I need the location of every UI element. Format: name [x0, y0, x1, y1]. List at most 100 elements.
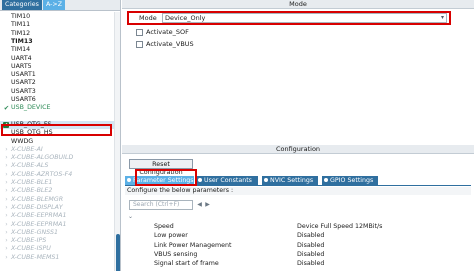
configure-parameters-caption: Configure the below parameters :: [125, 187, 471, 195]
parameter-row[interactable]: Link Power Management Disabled: [122, 242, 474, 250]
peripheral-item-usb-otg-hs[interactable]: USB_OTG_HS: [0, 129, 117, 137]
peripheral-item-x-cube-gnss1[interactable]: › X-CUBE-GNSS1: [0, 229, 117, 237]
peripheral-item-tim14[interactable]: TIM14: [0, 46, 117, 54]
peripheral-item-uart4[interactable]: UART4: [0, 55, 117, 63]
peripheral-label: WWDG: [11, 137, 34, 145]
peripheral-item-x-cube-eeprma1[interactable]: › X-CUBE-EEPRMA1: [0, 221, 117, 229]
configuration-section-header: Configuration: [122, 145, 474, 154]
chevron-right-icon: ›: [5, 170, 8, 178]
tab-dot-icon: [198, 178, 202, 182]
tab-parameter-settings-label: Parameter Settings: [133, 177, 194, 184]
peripheral-item-tim13[interactable]: TIM13: [0, 38, 117, 46]
parameter-value[interactable]: Disabled: [297, 260, 324, 268]
peripheral-item-wwdg[interactable]: WWDG: [0, 138, 117, 146]
peripheral-list-scrollbar[interactable]: [114, 12, 120, 271]
peripheral-item-uart5[interactable]: UART5: [0, 63, 117, 71]
chevron-right-icon: ›: [5, 253, 8, 261]
category-tabs: Categories A->Z: [0, 0, 120, 11]
parameter-row[interactable]: Signal start of frame Disabled: [122, 260, 474, 268]
tab-dot-icon: [127, 178, 131, 182]
parameter-name: Link Power Management: [154, 241, 232, 249]
checked-box-icon: ✔: [3, 121, 9, 128]
peripheral-item-tim11[interactable]: TIM11: [0, 21, 117, 29]
peripheral-label: X-CUBE-AI: [11, 145, 43, 153]
parameter-value[interactable]: Disabled: [297, 242, 324, 250]
chevron-right-icon: ›: [5, 220, 8, 228]
chevron-right-icon: ›: [5, 179, 8, 186]
tab-categories[interactable]: Categories: [2, 0, 42, 10]
activate-sof-checkbox[interactable]: [136, 29, 143, 36]
parameter-row[interactable]: Low power Disabled: [122, 232, 474, 240]
parameter-value[interactable]: Disabled: [297, 251, 324, 259]
parameter-name: Speed: [154, 223, 174, 230]
chevron-right-icon: ›: [5, 245, 8, 253]
chevron-right-icon: ›: [5, 187, 8, 195]
peripheral-item-blank[interactable]: [0, 113, 117, 121]
peripheral-item-x-cube-eeprma1[interactable]: › X-CUBE-EEPRMA1: [0, 212, 117, 220]
tab-parameter-settings[interactable]: Parameter Settings: [125, 176, 194, 185]
peripheral-label: X-CUBE-BLE1: [11, 179, 53, 186]
parameter-name: VBUS sensing: [154, 250, 198, 258]
peripheral-label: USB_OTG_HS: [11, 129, 53, 137]
tab-a-to-z[interactable]: A->Z: [43, 0, 65, 10]
tab-gpio-settings[interactable]: GPIO Settings: [322, 176, 378, 185]
peripheral-item-usb-device[interactable]: ✔ USB_DEVICE: [0, 104, 117, 112]
chevron-down-icon: ▾: [440, 14, 444, 21]
peripheral-item-x-cube-ai[interactable]: › X-CUBE-AI: [0, 146, 117, 154]
peripheral-label: X-CUBE-AZRTOS-F4: [11, 170, 73, 178]
peripheral-item-usart2[interactable]: USART2: [0, 79, 117, 87]
scrollbar-thumb[interactable]: [116, 234, 120, 271]
chevron-right-icon: ›: [5, 203, 8, 211]
peripheral-item-x-cube-algobuild[interactable]: › X-CUBE-ALGOBUILD: [0, 154, 117, 162]
check-icon: ✔: [3, 104, 10, 113]
peripheral-item-usb-otg-fs[interactable]: ✔ USB_OTG_FS: [0, 120, 117, 129]
peripheral-item-tim10[interactable]: TIM10: [0, 13, 117, 21]
peripheral-label: X-CUBE-BLEMGR: [11, 195, 64, 203]
mode-select-value: Device_Only: [165, 14, 206, 22]
peripheral-label: UART5: [11, 62, 32, 70]
chevron-down-icon[interactable]: ⌄: [127, 213, 134, 220]
peripheral-item-usart1[interactable]: USART1: [0, 71, 117, 79]
peripheral-label: TIM10: [11, 13, 31, 20]
arrow-right-icon[interactable]: ▶: [204, 201, 211, 208]
peripheral-label: USART3: [11, 87, 36, 95]
peripheral-item-tim12[interactable]: TIM12: [0, 30, 117, 38]
peripheral-item-x-cube-ips[interactable]: › X-CUBE-IPS: [0, 237, 117, 245]
peripheral-item-usart6[interactable]: USART6: [0, 96, 117, 104]
tab-user-constants[interactable]: User Constants: [196, 176, 258, 185]
parameter-row[interactable]: VBUS sensing Disabled: [122, 251, 474, 259]
peripheral-label: USART2: [11, 79, 36, 87]
parameter-row[interactable]: Speed Device Full Speed 12MBit/s: [122, 223, 474, 231]
chevron-right-icon: ›: [5, 237, 8, 245]
activate-vbus-checkbox[interactable]: [136, 41, 143, 48]
search-input[interactable]: Search (Ctrl+F): [129, 200, 193, 210]
peripheral-item-x-cube-ispu[interactable]: › X-CUBE-ISPU: [0, 245, 117, 253]
peripheral-item-usart3[interactable]: USART3: [0, 88, 117, 96]
peripheral-label: X-CUBE-ISPU: [11, 245, 51, 253]
peripheral-item-x-cube-display[interactable]: › X-CUBE-DISPLAY: [0, 204, 117, 212]
peripheral-label: X-CUBE-ALS: [11, 162, 49, 170]
mode-select[interactable]: Device_Only ▾: [162, 13, 447, 23]
peripheral-label: X-CUBE-EEPRMA1: [11, 212, 67, 220]
parameter-name: Signal start of frame: [154, 260, 219, 268]
peripheral-item-x-cube-blemgr[interactable]: › X-CUBE-BLEMGR: [0, 196, 117, 204]
reset-configuration-button[interactable]: Reset Configuration: [129, 159, 193, 176]
peripheral-item-x-cube-ble1[interactable]: › X-CUBE-BLE1: [0, 179, 117, 187]
peripheral-label: X-CUBE-DISPLAY: [11, 203, 63, 211]
peripheral-item-x-cube-azrtos-f4[interactable]: › X-CUBE-AZRTOS-F4: [0, 171, 117, 179]
peripheral-item-x-cube-als[interactable]: › X-CUBE-ALS: [0, 162, 117, 170]
peripheral-label: USB_OTG_FS: [11, 120, 52, 128]
parameter-value[interactable]: Disabled: [297, 232, 324, 240]
peripheral-label: X-CUBE-MEMS1: [11, 253, 60, 261]
tab-user-constants-label: User Constants: [204, 177, 252, 184]
peripheral-item-x-cube-ble2[interactable]: › X-CUBE-BLE2: [0, 187, 117, 195]
peripheral-item-x-cube-mems1[interactable]: › X-CUBE-MEMS1: [0, 254, 117, 262]
tab-nvic-settings[interactable]: NVIC Settings: [262, 176, 318, 185]
chevron-right-icon: ›: [5, 212, 8, 220]
peripheral-label: TIM12: [11, 29, 31, 37]
parameter-value[interactable]: Device Full Speed 12MBit/s: [297, 223, 382, 231]
peripheral-label: X-CUBE-IPS: [11, 237, 47, 245]
activate-vbus-label: Activate_VBUS: [146, 40, 194, 48]
settings-panel: Mode Mode Device_Only ▾ Activate_SOF Act…: [122, 0, 474, 271]
arrow-left-icon[interactable]: ◀: [196, 201, 203, 208]
